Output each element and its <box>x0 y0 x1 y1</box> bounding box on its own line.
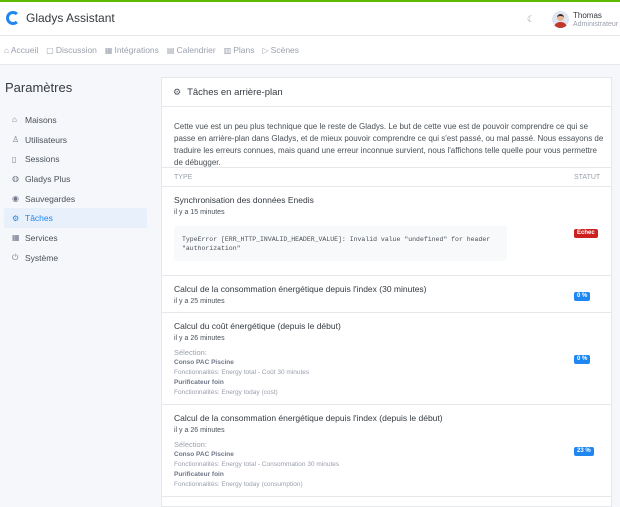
gladys-logo-icon <box>6 11 20 25</box>
sidebar-item-systeme[interactable]: ⏻ Système <box>4 248 147 268</box>
task-time: il y a 15 minutes <box>174 209 225 216</box>
selection-features: Fonctionnalités: Energy today (consumpti… <box>174 481 303 488</box>
divider <box>162 312 611 313</box>
nav-item-discussion[interactable]: ▢ Discussion <box>46 45 97 55</box>
disc-icon: ◉ <box>12 194 19 204</box>
selection-features: Fonctionnalités: Energy total - Consomma… <box>174 461 340 468</box>
selection-device: Conso PAC Piscine <box>174 451 234 458</box>
sidebar-item-gladys-plus[interactable]: ◍ Gladys Plus <box>4 169 147 189</box>
user-role: Administrateur <box>573 21 619 28</box>
power-icon: ⏻ <box>12 252 19 262</box>
globe-icon: ◍ <box>12 174 19 184</box>
sidebar-item-sessions[interactable]: ▯ Sessions <box>4 149 147 169</box>
nav-item-integrations[interactable]: ▦ Intégrations <box>105 45 159 55</box>
selection-features: Fonctionnalités: Energy total - Coût 30 … <box>174 369 310 376</box>
main-nav: ⌂ Accueil ▢ Discussion ▦ Intégrations ▤ Cale… <box>0 36 620 65</box>
page-title: Paramètres <box>5 80 73 95</box>
nav-item-plans[interactable]: ▥ Plans <box>224 45 255 55</box>
sidebar-item-taches[interactable]: ⚙ Tâches <box>4 208 147 229</box>
settings-sidebar: ⌂ Maisons ♙ Utilisateurs ▯ Sessions ◍ Gladys… <box>4 110 147 268</box>
card-title: Tâches en arrière-plan <box>187 86 283 98</box>
play-icon: ▷ <box>262 45 269 55</box>
column-header-type: TYPE <box>174 174 193 181</box>
grid-icon: ▦ <box>12 233 20 243</box>
selection-device: Purificateur foin <box>174 471 224 478</box>
divider <box>162 496 611 497</box>
app-title: Gladys Assistant <box>26 11 115 25</box>
home-icon: ⌂ <box>4 45 9 55</box>
card-header: ⚙ Tâches en arrière-plan <box>162 78 611 107</box>
top-bar: Gladys Assistant ☾ Thomas Administrateur <box>0 0 620 36</box>
task-name: Calcul de la consommation énergétique de… <box>174 284 427 294</box>
calendar-icon: ▤ <box>166 45 175 55</box>
avatar[interactable] <box>552 11 569 28</box>
background-jobs-card: ⚙ Tâches en arrière-plan Cette vue est u… <box>161 77 612 507</box>
grid-icon: ▦ <box>104 45 113 55</box>
map-icon: ▥ <box>223 45 232 55</box>
task-name: Synchronisation des données Enedis <box>174 195 314 205</box>
divider <box>162 186 611 187</box>
divider <box>162 167 611 168</box>
divider <box>162 275 611 276</box>
gear-icon: ⚙ <box>173 86 182 97</box>
sidebar-item-maisons[interactable]: ⌂ Maisons <box>4 110 147 130</box>
task-name: Calcul du coût énergétique (depuis le dé… <box>174 321 341 331</box>
task-time: il y a 26 minutes <box>174 427 225 434</box>
sidebar-item-utilisateurs[interactable]: ♙ Utilisateurs <box>4 130 147 150</box>
sidebar-item-sauvegardes[interactable]: ◉ Sauvegardes <box>4 189 147 209</box>
task-time: il y a 26 minutes <box>174 335 225 342</box>
task-error-message: TypeError [ERR_HTTP_INVALID_HEADER_VALUE… <box>174 226 507 261</box>
task-name: Calcul de la consommation énergétique de… <box>174 413 443 423</box>
selection-label: Sélection: <box>174 440 207 449</box>
user-icon: ♙ <box>12 135 20 145</box>
selection-device: Conso PAC Piscine <box>174 359 234 366</box>
column-header-status: STATUT <box>574 174 601 181</box>
home-icon: ⌂ <box>12 115 17 125</box>
status-badge: 23 % <box>574 447 594 456</box>
nav-item-calendrier[interactable]: ▤ Calendrier <box>167 45 216 55</box>
brand[interactable]: Gladys Assistant <box>6 11 115 25</box>
selection-label: Sélection: <box>174 348 207 357</box>
nav-item-accueil[interactable]: ⌂ Accueil <box>4 45 38 55</box>
intro-text: Cette vue est un peu plus technique que … <box>174 122 604 167</box>
phone-icon: ▯ <box>12 154 17 164</box>
nav-item-scenes[interactable]: ▷ Scènes <box>263 45 300 55</box>
status-badge: 0 % <box>574 292 591 301</box>
selection-features: Fonctionnalités: Energy today (cost) <box>174 389 278 396</box>
status-badge: 0 % <box>574 355 591 364</box>
gear-icon: ⚙ <box>12 213 20 223</box>
dark-mode-moon-icon[interactable]: ☾ <box>527 14 535 25</box>
divider <box>162 404 611 405</box>
chat-icon: ▢ <box>46 45 54 55</box>
selection-device: Purificateur foin <box>174 379 224 386</box>
sidebar-item-services[interactable]: ▦ Services <box>4 228 147 248</box>
status-badge: Echec <box>574 229 598 238</box>
user-name[interactable]: Thomas <box>573 11 602 20</box>
task-time: il y a 25 minutes <box>174 298 225 305</box>
